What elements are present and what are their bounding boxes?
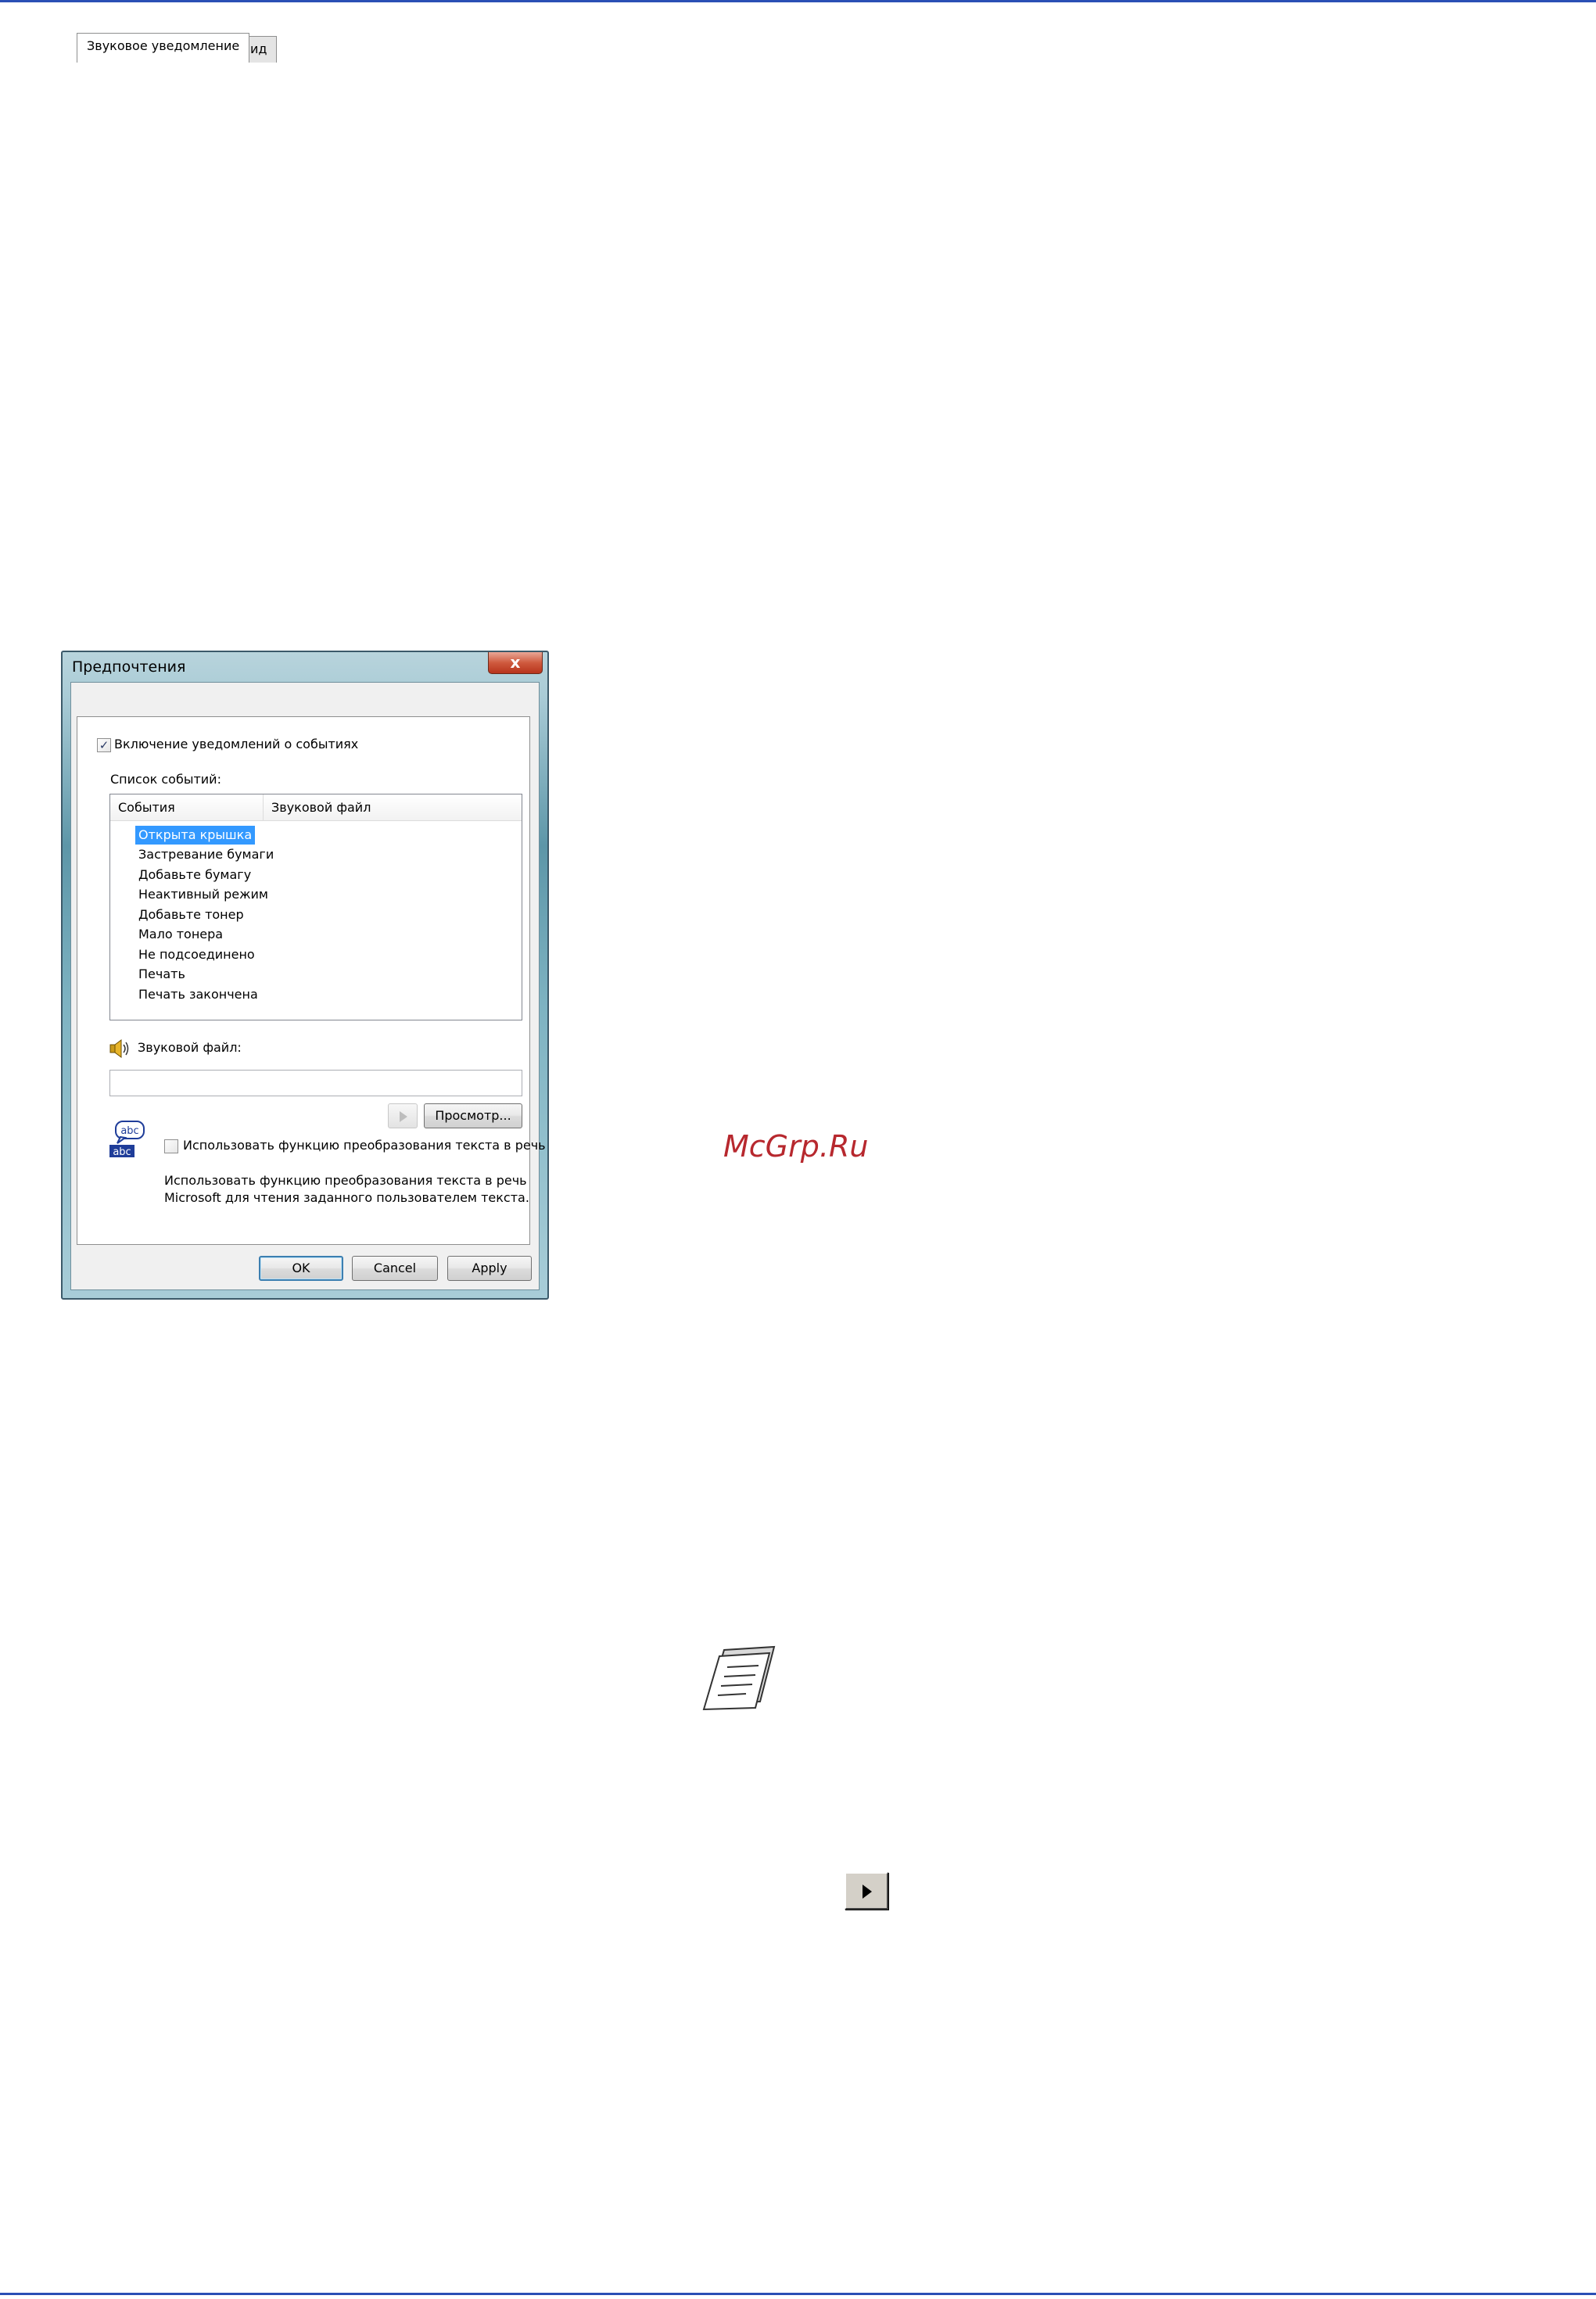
bottom-rule [0,2293,1596,2295]
event-list-label: Список событий: [110,772,221,787]
cancel-button[interactable]: Cancel [352,1256,438,1281]
enable-notifications-checkbox[interactable]: ✓ [97,738,111,752]
play-button[interactable] [388,1103,418,1128]
check-icon: ✓ [99,738,109,752]
column-header-sound-file[interactable]: Звуковой файл [264,794,522,821]
list-item[interactable]: Печать закончена [135,985,261,1004]
tts-description-line-1: Использовать функцию преобразования текс… [164,1173,527,1188]
column-header-events[interactable]: События [110,794,264,821]
speaker-icon [109,1039,129,1058]
play-arrow-icon [863,1885,872,1899]
browse-button[interactable]: Просмотр... [424,1103,522,1128]
top-rule [0,0,1596,2]
note-icon [702,1645,776,1711]
list-item[interactable]: Застревание бумаги [135,845,277,864]
event-list[interactable]: События Звуковой файл Открыта крышка Зас… [109,794,522,1020]
close-button[interactable]: x [488,652,543,674]
enable-notifications-label: Включение уведомлений о событиях [114,737,359,751]
tts-checkbox[interactable] [164,1139,178,1153]
list-item[interactable]: Печать [135,965,188,984]
list-item[interactable]: Открыта крышка [135,826,256,845]
tts-checkbox-label: Использовать функцию преобразования текс… [183,1138,546,1153]
tts-icon-bottom-text: abc [113,1146,131,1158]
tab-label: Звуковое уведомление [87,38,240,53]
event-list-header: События Звуковой файл [110,794,522,821]
sound-file-input[interactable] [109,1070,522,1096]
dialog-title: Предпочтения [72,658,186,676]
close-icon: x [510,653,521,672]
list-item[interactable]: Не подсоединено [135,945,258,964]
watermark: McGrp.Ru [723,1129,869,1164]
play-icon [400,1111,407,1122]
text-to-speech-icon: abc abc [109,1121,145,1158]
list-item[interactable]: Добавьте бумагу [135,866,254,884]
apply-button[interactable]: Apply [447,1256,532,1281]
list-item[interactable]: Добавьте тонер [135,906,247,924]
tab-sound-notification[interactable]: Звуковое уведомление [77,33,250,63]
ok-button[interactable]: OK [259,1256,343,1281]
dialog-titlebar: Предпочтения x [63,652,547,682]
tts-icon-top-text: abc [120,1125,138,1137]
list-item[interactable]: Неактивный режим [135,885,271,904]
play-arrow-button [845,1872,888,1910]
list-item[interactable]: Мало тонера [135,925,226,944]
tts-description-line-2: Microsoft для чтения заданного пользоват… [164,1190,529,1205]
sound-file-label: Звуковой файл: [138,1040,242,1055]
